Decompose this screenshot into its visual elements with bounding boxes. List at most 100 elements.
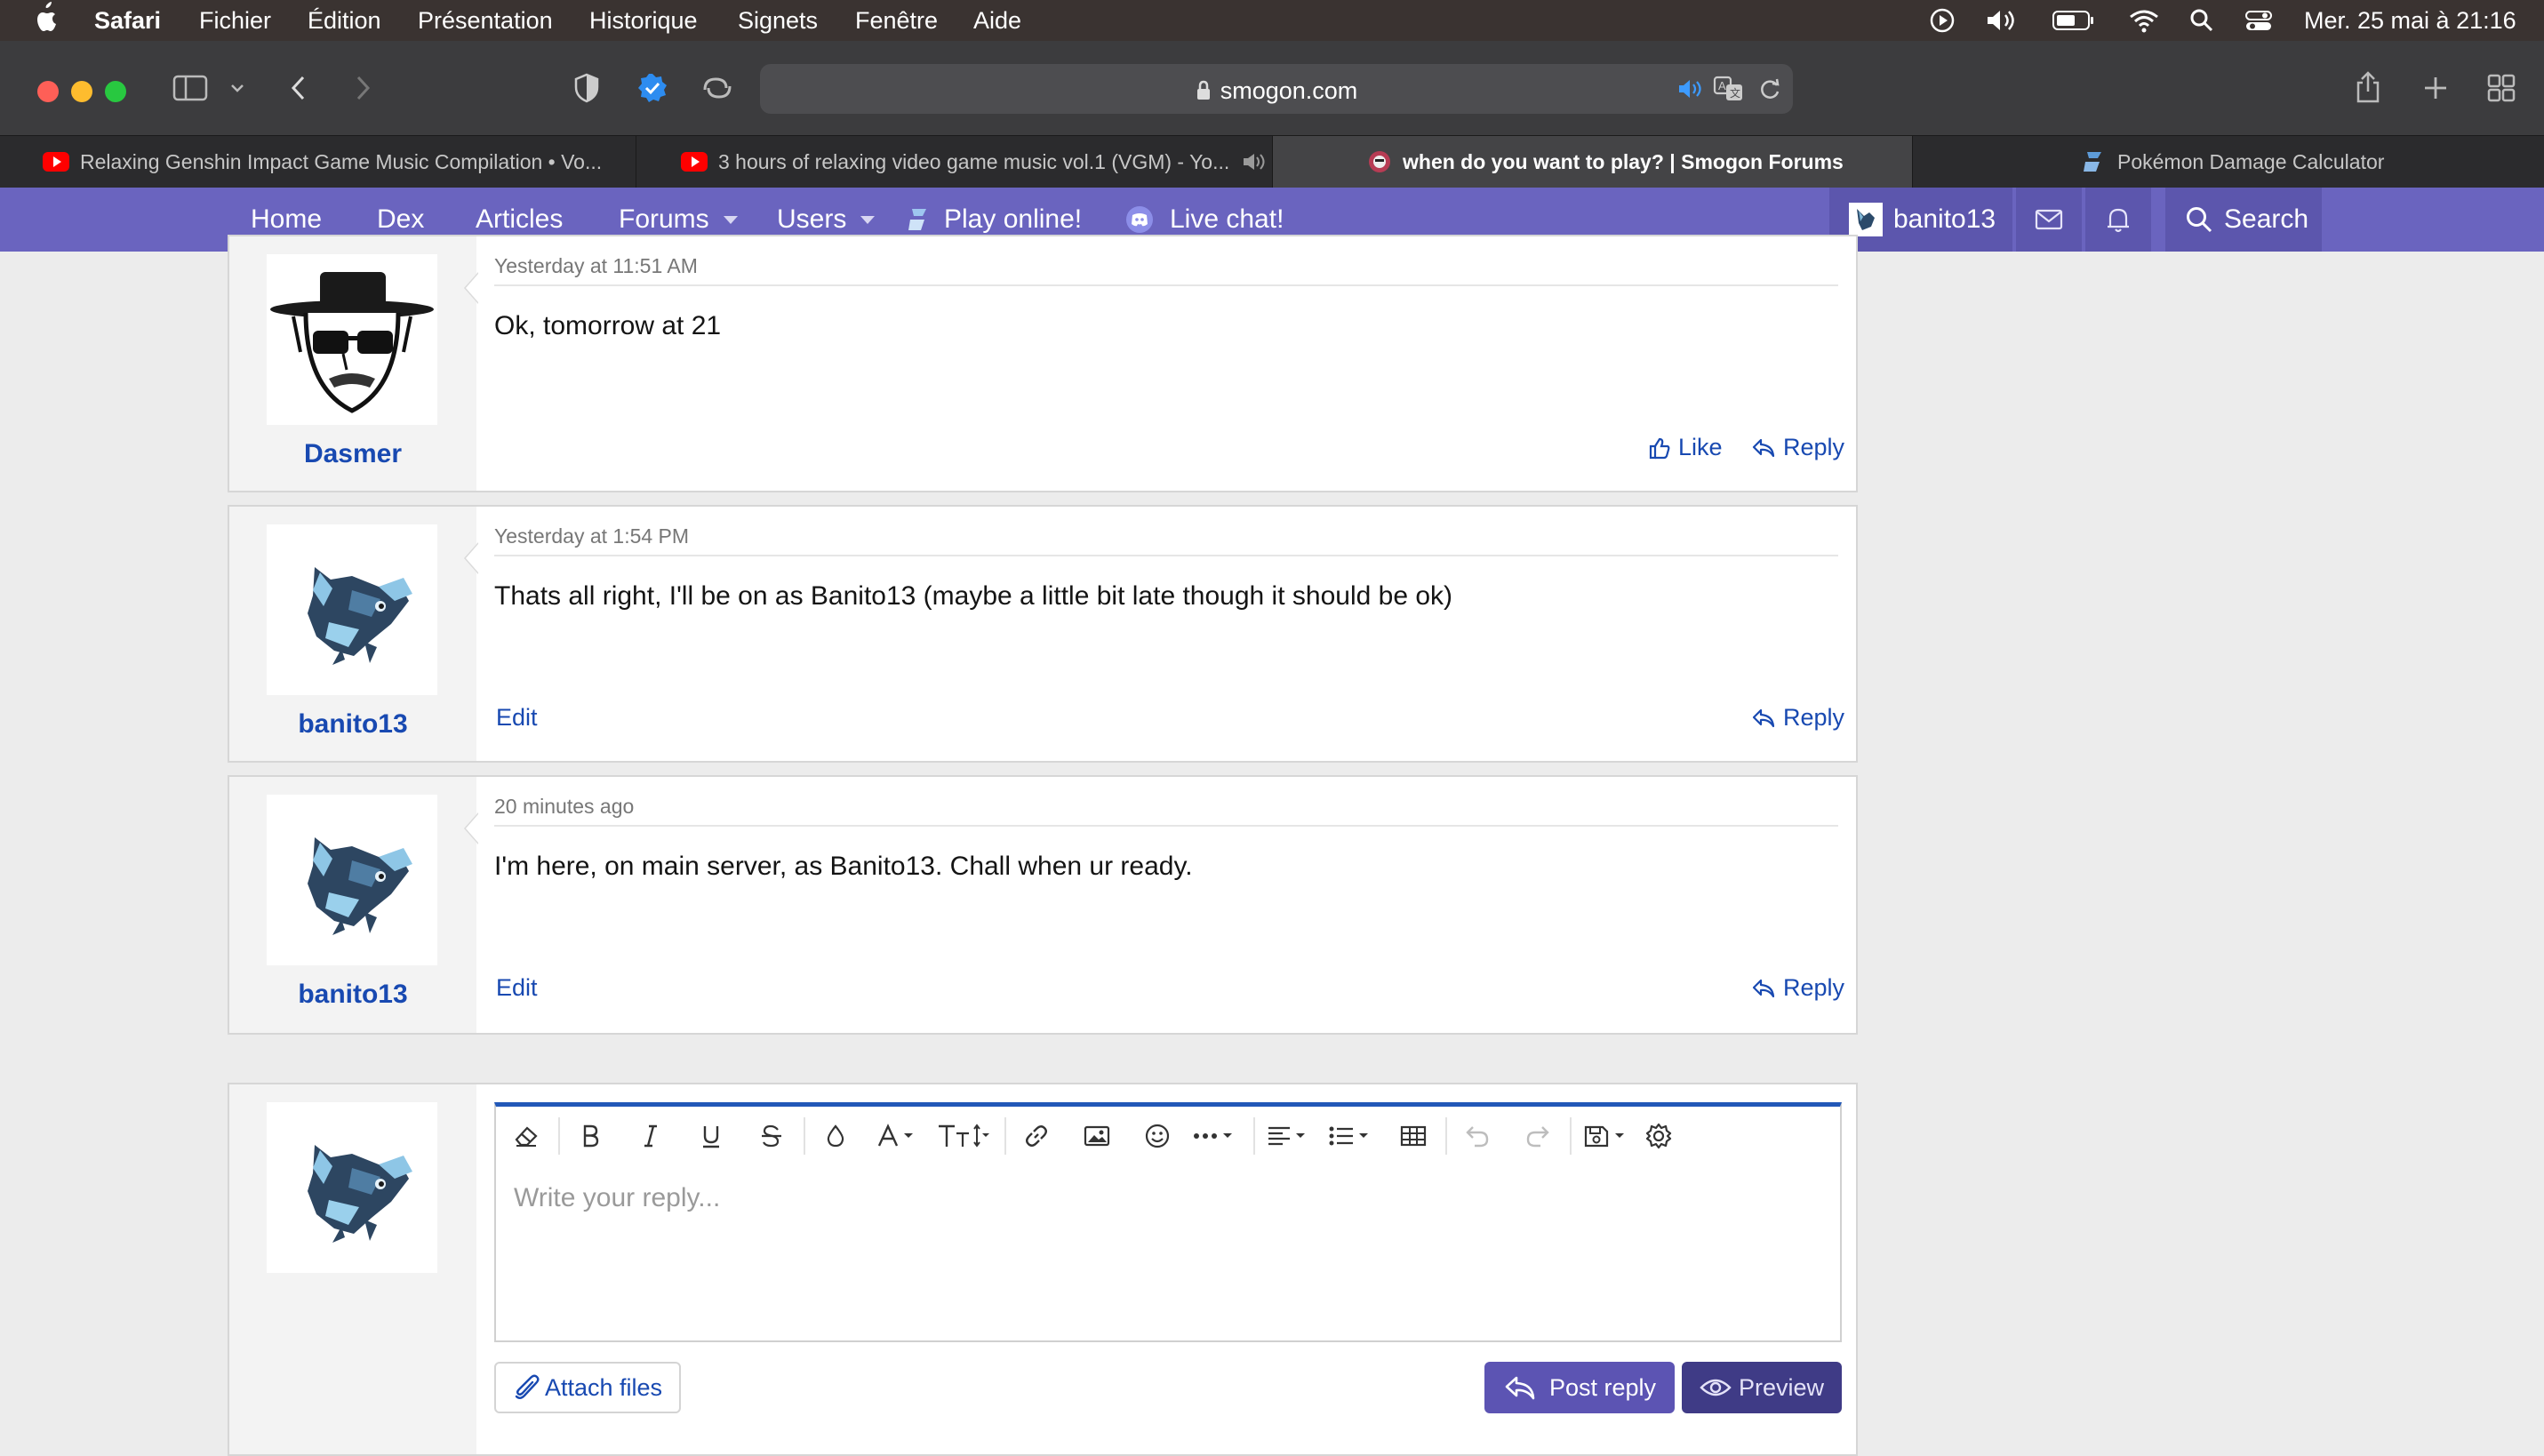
underline-icon[interactable] xyxy=(692,1107,731,1165)
minimize-window-button[interactable] xyxy=(71,81,92,102)
font-family-icon[interactable] xyxy=(873,1107,926,1165)
menu-signets[interactable]: Signets xyxy=(738,0,818,41)
post-date[interactable]: 20 minutes ago xyxy=(494,795,634,819)
eye-icon xyxy=(1700,1377,1732,1398)
menu-fichier[interactable]: Fichier xyxy=(199,0,271,41)
image-icon[interactable] xyxy=(1077,1107,1116,1165)
search-label: Search xyxy=(2224,204,2309,234)
reply-button[interactable]: Reply xyxy=(1751,974,1844,1002)
post-message: Ok, tomorrow at 21 xyxy=(494,311,722,340)
battery-icon[interactable] xyxy=(2052,0,2096,41)
privacy-shield-icon[interactable] xyxy=(569,68,604,108)
search-button[interactable]: Search xyxy=(2165,188,2322,252)
wifi-icon[interactable] xyxy=(2128,0,2160,41)
reply-label: Reply xyxy=(1783,434,1845,460)
save-draft-icon[interactable] xyxy=(1580,1107,1637,1165)
showdown-icon xyxy=(2082,149,2105,174)
more-icon[interactable] xyxy=(1188,1107,1244,1165)
reply-icon xyxy=(1503,1374,1537,1401)
attach-files-label: Attach files xyxy=(544,1373,663,1401)
redo-icon[interactable] xyxy=(1518,1107,1557,1165)
control-center-icon[interactable] xyxy=(2244,0,2274,41)
tab-overview-icon[interactable] xyxy=(2484,68,2519,108)
italic-icon[interactable] xyxy=(631,1107,670,1165)
menu-fenetre[interactable]: Fenêtre xyxy=(855,0,938,41)
bold-icon[interactable] xyxy=(571,1107,610,1165)
tab-title: 3 hours of relaxing video game music vol… xyxy=(718,149,1230,173)
table-icon[interactable] xyxy=(1394,1107,1433,1165)
apple-logo-icon[interactable] xyxy=(34,0,60,41)
reply-label: Reply xyxy=(1783,704,1845,731)
eraser-icon[interactable] xyxy=(507,1107,546,1165)
post-author-name[interactable]: Dasmer xyxy=(229,439,476,469)
reply-label: Reply xyxy=(1783,974,1845,1001)
app-name[interactable]: Safari xyxy=(94,0,161,41)
inbox-icon[interactable] xyxy=(2016,188,2082,252)
attach-files-button[interactable]: Attach files xyxy=(494,1362,681,1413)
forward-icon[interactable] xyxy=(347,68,379,108)
reply-icon xyxy=(1751,708,1776,729)
edit-button[interactable]: Edit xyxy=(496,704,538,732)
extension-check-icon[interactable] xyxy=(635,68,670,108)
close-window-button[interactable] xyxy=(37,81,59,102)
post-date[interactable]: Yesterday at 11:51 AM xyxy=(494,254,698,278)
user-avatar-banito13[interactable] xyxy=(267,524,437,695)
user-avatar-banito13[interactable] xyxy=(267,795,437,965)
post-pointer xyxy=(464,542,478,574)
color-drop-icon[interactable] xyxy=(816,1107,855,1165)
tab-vgm-music[interactable]: 3 hours of relaxing video game music vol… xyxy=(636,136,1273,188)
audio-icon[interactable] xyxy=(1674,71,1708,107)
back-icon[interactable] xyxy=(283,68,315,108)
menu-historique[interactable]: Historique xyxy=(589,0,698,41)
toolbar-separator xyxy=(1253,1117,1255,1155)
post-reply-button[interactable]: Post reply xyxy=(1484,1362,1675,1413)
tab-genshin-music[interactable]: Relaxing Genshin Impact Game Music Compi… xyxy=(0,136,636,188)
zoom-window-button[interactable] xyxy=(105,81,126,102)
user-avatar-banito13[interactable] xyxy=(267,1102,437,1273)
tab-audio-icon[interactable] xyxy=(1242,152,1267,172)
undo-icon[interactable] xyxy=(1458,1107,1497,1165)
bell-icon[interactable] xyxy=(2085,188,2151,252)
user-avatar-dasmer[interactable] xyxy=(267,254,437,425)
play-circle-icon[interactable] xyxy=(1929,0,1956,41)
extension-icon[interactable] xyxy=(699,68,736,108)
reply-button[interactable]: Reply xyxy=(1751,704,1844,732)
new-tab-icon[interactable] xyxy=(2420,68,2452,108)
menubar-clock[interactable]: Mer. 25 mai à 21:16 xyxy=(2304,0,2516,41)
spotlight-search-icon[interactable] xyxy=(2188,0,2215,41)
menu-edition[interactable]: Édition xyxy=(308,0,381,41)
translate-icon[interactable]: A文 xyxy=(1711,71,1747,107)
reload-icon[interactable] xyxy=(1754,71,1786,107)
reply-textarea[interactable] xyxy=(496,1165,1840,1340)
emoji-icon[interactable] xyxy=(1138,1107,1177,1165)
post-author-name[interactable]: banito13 xyxy=(229,980,476,1010)
like-button[interactable]: Like xyxy=(1648,434,1723,461)
list-icon[interactable] xyxy=(1324,1107,1381,1165)
volume-icon[interactable] xyxy=(1984,0,2020,41)
post-message: Thats all right, I'll be on as Banito13 … xyxy=(494,581,1453,611)
discord-icon xyxy=(1125,205,1154,234)
font-size-icon[interactable] xyxy=(935,1107,992,1165)
reply-button[interactable]: Reply xyxy=(1751,434,1844,461)
tab-damage-calc[interactable]: Pokémon Damage Calculator xyxy=(1913,136,2544,188)
svg-text:A: A xyxy=(1718,79,1726,92)
link-icon[interactable] xyxy=(1017,1107,1056,1165)
edit-button[interactable]: Edit xyxy=(496,974,538,1002)
post-author-name[interactable]: banito13 xyxy=(229,709,476,740)
post-divider xyxy=(494,284,1838,286)
chevron-down-icon[interactable] xyxy=(228,69,247,107)
menu-aide[interactable]: Aide xyxy=(973,0,1021,41)
sidebar-icon[interactable] xyxy=(171,69,210,107)
preview-button[interactable]: Preview xyxy=(1682,1362,1842,1413)
strikethrough-icon[interactable] xyxy=(752,1107,791,1165)
showdown-icon xyxy=(907,206,930,233)
share-icon[interactable] xyxy=(2350,66,2386,108)
menu-presentation[interactable]: Présentation xyxy=(418,0,553,41)
align-icon[interactable] xyxy=(1262,1107,1319,1165)
reply-icon xyxy=(1751,978,1776,999)
toolbar-separator xyxy=(558,1117,560,1155)
tab-smogon-forum[interactable]: when do you want to play? | Smogon Forum… xyxy=(1273,136,1913,188)
settings-gear-icon[interactable] xyxy=(1639,1107,1678,1165)
address-bar[interactable]: smogon.com A文 xyxy=(760,64,1793,114)
post-date[interactable]: Yesterday at 1:54 PM xyxy=(494,524,689,548)
